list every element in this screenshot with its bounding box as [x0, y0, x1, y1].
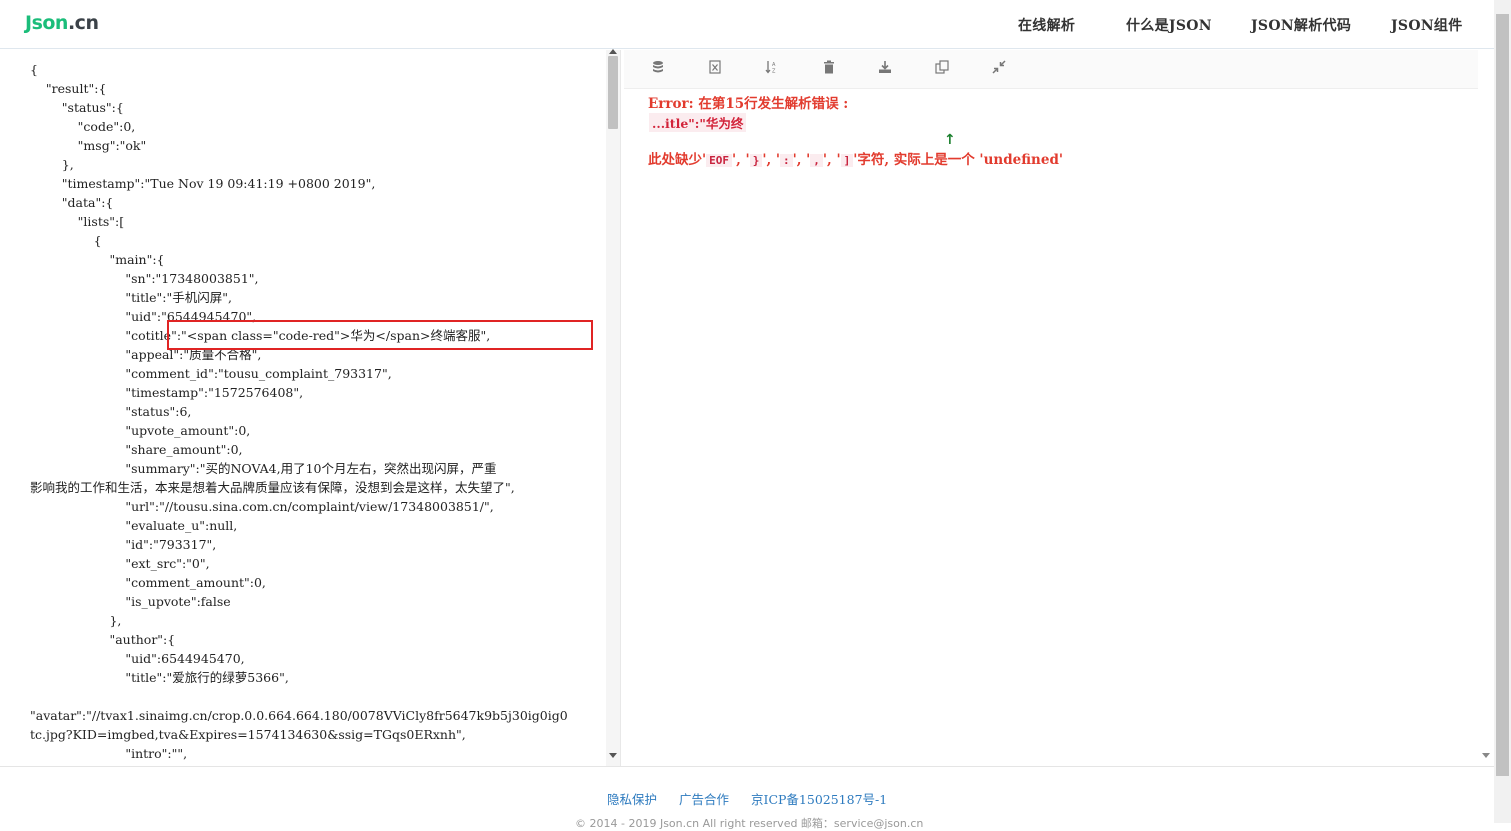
code-line: "status":6,: [30, 404, 192, 419]
output-toolbar: AZ: [624, 50, 1494, 89]
code-line: "share_amount":0,: [30, 442, 243, 457]
svg-text:Z: Z: [772, 69, 776, 75]
database-icon[interactable]: [651, 60, 665, 76]
error-token: EOF: [706, 154, 733, 167]
code-line: "upvote_amount":0,: [30, 423, 251, 438]
error-token: :: [779, 154, 793, 167]
code-line: "comment_id":"tousu_complaint_793317",: [30, 366, 392, 381]
error-caret-icon: ↑: [944, 132, 956, 148]
code-line: "comment_amount":0,: [30, 575, 266, 590]
scroll-down-arrow-icon[interactable]: [1482, 753, 1490, 758]
code-line: },: [30, 157, 74, 172]
code-line: "author":{: [30, 632, 176, 647]
code-line: "status":{: [30, 100, 124, 115]
code-line: 影响我的工作和生活，本来是想着大品牌质量应该有保障，没想到会是这样，太失望了",: [30, 480, 515, 495]
svg-text:A: A: [772, 62, 776, 68]
logo-domain: .cn: [67, 12, 99, 34]
error-token: ]: [840, 154, 854, 167]
excel-icon[interactable]: [708, 60, 722, 76]
error-msg-suffix: '字符, 实际上是一个 'undefined': [853, 152, 1064, 168]
code-line: "title":"爱旅行的绿萝5366",: [30, 670, 289, 685]
code-line: {: [30, 62, 38, 77]
nav-json-code[interactable]: JSON解析代码: [1251, 15, 1351, 35]
code-line: "msg":"ok": [30, 138, 147, 153]
footer-link-icp[interactable]: 京ICP备15025187号-1: [751, 789, 887, 808]
editor-scroll-thumb[interactable]: [608, 56, 618, 129]
page-scroll-thumb[interactable]: [1496, 14, 1509, 776]
error-detail: 此处缺少' EOF ', '} ', ': ', ', ', '] '字符, 实际上是一个 …: [648, 152, 1064, 168]
code-line: "evaluate_u":null,: [30, 518, 238, 533]
code-line: "uid":6544945470,: [30, 651, 245, 666]
code-line: "is_upvote":false: [30, 594, 231, 609]
nav-online-parse[interactable]: 在线解析: [1018, 15, 1075, 35]
error-msg-prefix: 此处缺少': [648, 152, 707, 168]
code-line: "timestamp":"1572576408",: [30, 385, 304, 400]
editor-scrollbar[interactable]: [606, 49, 620, 766]
code-line: "code":0,: [30, 119, 136, 134]
code-line: tc.jpg?KID=imgbed,tva&Expires=1574134630…: [30, 727, 466, 742]
code-line: "id":"793317",: [30, 537, 217, 552]
code-line: "summary":"买的NOVA4,用了10个月左右，突然出现闪屏，严重: [30, 461, 497, 476]
code-line: "intro":"",: [30, 746, 188, 761]
page-scrollbar[interactable]: [1494, 0, 1511, 823]
code-line: "sn":"17348003851",: [30, 271, 259, 286]
scroll-up-arrow-icon[interactable]: [609, 49, 617, 54]
code-line: "result":{: [30, 81, 107, 96]
code-line: "main":{: [30, 252, 165, 267]
logo-main: Json: [25, 12, 68, 34]
footer-copyright: © 2014 - 2019 Json.cn All right reserved…: [575, 817, 924, 830]
nav-json-components[interactable]: JSON组件: [1391, 15, 1463, 35]
nav-what-is-json[interactable]: 什么是JSON: [1126, 15, 1212, 35]
footer-link-ads[interactable]: 广告合作: [679, 789, 729, 808]
code-line: "timestamp":"Tue Nov 19 09:41:19 +0800 2…: [30, 176, 376, 191]
code-line: "lists":[: [30, 214, 125, 229]
code-line: "ext_src":"0",: [30, 556, 210, 571]
footer-divider: [0, 766, 1494, 767]
json-code-text[interactable]: { "result":{ "status":{ "code":0, "msg":…: [30, 60, 568, 763]
error-token: }: [749, 154, 763, 167]
copy-icon[interactable]: [935, 60, 949, 76]
code-line: {: [30, 233, 102, 248]
json-input-editor[interactable]: { "result":{ "status":{ "code":0, "msg":…: [0, 50, 621, 766]
error-snippet: ...itle":"华为终: [649, 113, 747, 132]
json-output-panel: AZ Error: 在第15行发生解析错误 : ...itle":"华为终 ↑ …: [624, 50, 1494, 766]
site-header: Json.cn 在线解析 什么是JSON JSON解析代码 JSON组件: [0, 0, 1494, 49]
code-line: "avatar":"//tvax1.sinaimg.cn/crop.0.0.66…: [30, 708, 568, 723]
code-line: "url":"//tousu.sina.com.cn/complaint/vie…: [30, 499, 494, 514]
code-line: "data":{: [30, 195, 114, 210]
compress-icon[interactable]: [992, 60, 1006, 76]
code-line: "title":"手机闪屏",: [30, 290, 232, 305]
footer-link-privacy[interactable]: 隐私保护: [607, 789, 657, 808]
trash-icon[interactable]: [822, 60, 836, 76]
sort-icon[interactable]: AZ: [765, 60, 779, 76]
download-icon[interactable]: [878, 60, 892, 76]
error-token: ,: [810, 154, 823, 167]
scroll-down-arrow-icon[interactable]: [609, 753, 617, 758]
output-scrollbar[interactable]: [1478, 50, 1494, 766]
error-title: Error: 在第15行发生解析错误 :: [648, 96, 849, 112]
code-line: },: [30, 613, 122, 628]
site-logo[interactable]: Json.cn: [25, 12, 99, 34]
error-highlight-box: [167, 320, 593, 350]
